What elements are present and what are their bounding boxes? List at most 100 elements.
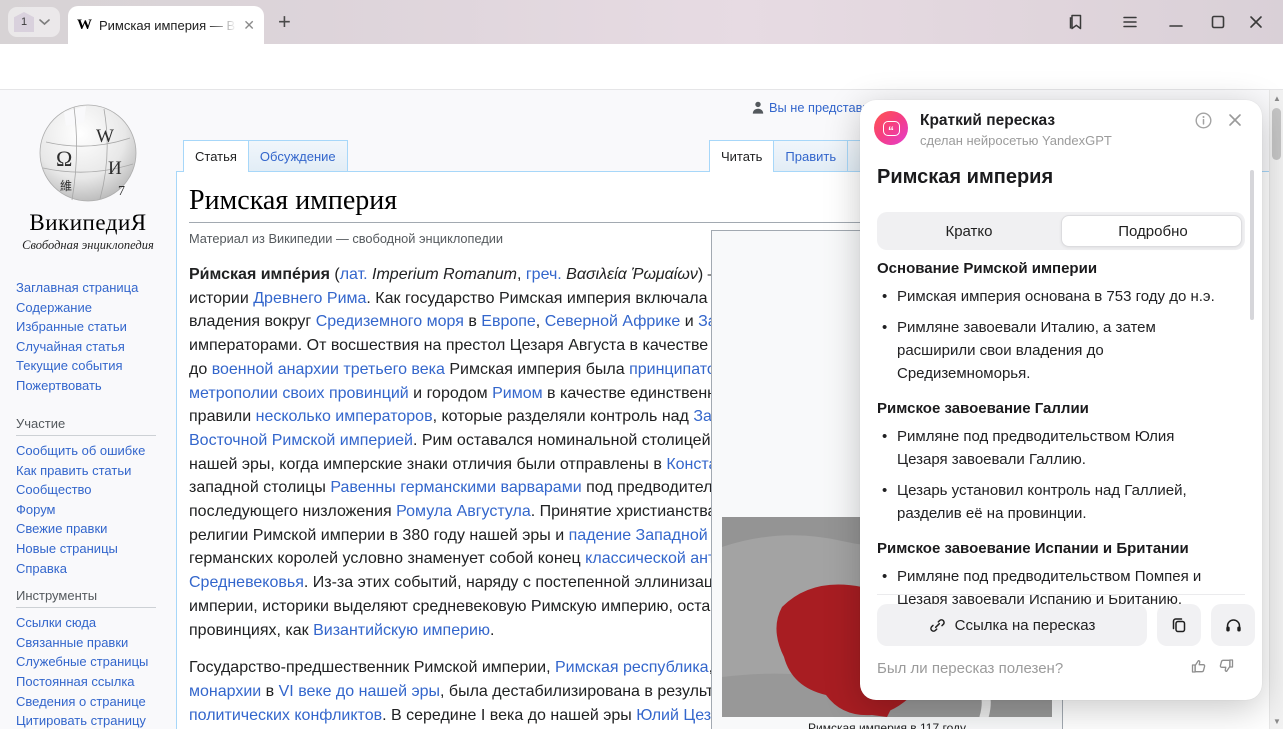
scroll-up-arrow[interactable]: ▲	[1270, 94, 1283, 103]
window-frame: 1 W Римская империя — В ✕ +	[0, 0, 1283, 44]
tab-count-badge: 1	[14, 12, 34, 32]
tab-close-icon[interactable]: ✕	[243, 18, 255, 32]
article-link[interactable]: Средиземного моря	[316, 313, 464, 330]
article-text: Βασιλεία Ῥωμαίων	[562, 266, 698, 283]
article-text: последующего низложения	[189, 503, 396, 520]
article-link[interactable]: военной анархии третьего века	[212, 361, 445, 378]
sidebar-link[interactable]: Заглавная страница	[16, 278, 138, 298]
link-icon	[929, 617, 946, 634]
minimize-icon[interactable]	[1166, 12, 1186, 32]
logo-subtitle: Свободная энциклопедия	[0, 238, 176, 253]
logo-title: ВикипедиЯ	[0, 210, 176, 236]
article-link[interactable]: монархии	[189, 683, 261, 700]
article-text: Государство-предшественник Римской импер…	[189, 659, 555, 676]
article-text: германских королей условно знаменует соб…	[189, 550, 585, 567]
article-link[interactable]: метрополии своих провинций	[189, 385, 409, 402]
wiki-tab-Статья[interactable]: Статья	[183, 140, 249, 172]
article-text: в	[261, 683, 278, 700]
sidebar-section-title: Участие	[16, 406, 156, 436]
article-text: ,	[536, 313, 545, 330]
article-link[interactable]: лат.	[340, 266, 368, 283]
tab-title: Римская империя — В	[99, 18, 236, 33]
article-link[interactable]: греч.	[526, 266, 562, 283]
listen-button[interactable]	[1211, 604, 1255, 646]
article-text: , была дестабилизирована в результате	[440, 683, 742, 700]
article-link[interactable]: Римская республика	[555, 659, 709, 676]
article-link[interactable]: Северной Африке	[545, 313, 681, 330]
thumbs-up-icon[interactable]	[1190, 657, 1208, 675]
article-text: религии Римской империи в 380 году нашей…	[189, 527, 569, 544]
article-text: провинциях, как	[189, 622, 313, 639]
tab-counter[interactable]: 1	[8, 7, 60, 37]
article-link[interactable]: Средневековья	[189, 574, 304, 591]
article-text: владения вокруг	[189, 313, 316, 330]
chevron-down-icon	[39, 19, 50, 26]
sidebar-link[interactable]: Свежие правки	[16, 519, 166, 539]
summary-subtitle: сделан нейросетью YandexGPT	[920, 133, 1112, 148]
thumbs-down-icon[interactable]	[1217, 657, 1235, 675]
article-link[interactable]: политических конфликтов	[189, 707, 382, 724]
article-link[interactable]: VI веке до нашей эры	[279, 683, 440, 700]
article-link[interactable]: германскими варварами	[400, 479, 581, 496]
article-link[interactable]: Восточной Римской империей	[189, 432, 413, 449]
sidebar-link[interactable]: Связанные правки	[16, 633, 166, 653]
sidebar-link[interactable]: Сообщество	[16, 480, 166, 500]
sidebar-link[interactable]: Случайная статья	[16, 337, 138, 357]
summary-panel: “ Краткий пересказ сделан нейросетью Yan…	[860, 100, 1262, 700]
summary-bullet: Римляне под предводительством Юлия Цезар…	[877, 425, 1229, 471]
summary-section-title: Римское завоевание Испании и Британии	[877, 540, 1229, 557]
article-text: правили	[189, 408, 256, 425]
browser-tab[interactable]: W Римская империя — В ✕	[68, 6, 264, 44]
sidebar-link[interactable]: Избранные статьи	[16, 317, 138, 337]
scroll-down-arrow[interactable]: ▼	[1270, 717, 1283, 726]
article-link[interactable]: Римом	[492, 385, 543, 402]
article-text: Imperium Romanum	[368, 266, 517, 283]
sidebar-link[interactable]: Сведения о странице	[16, 692, 166, 712]
sidebar-link[interactable]: Форум	[16, 500, 166, 520]
sidebar-link[interactable]: Цитировать страницу	[16, 711, 166, 729]
article-link[interactable]: Европе	[481, 313, 536, 330]
wikipedia-logo[interactable]: Ω W И 7 維 ВикипедиЯ Свободная энциклопед…	[0, 100, 176, 253]
article-link[interactable]: несколько императоров	[256, 408, 433, 425]
article-link[interactable]: Византийскую империю	[313, 622, 490, 639]
sidebar-link[interactable]: Содержание	[16, 298, 138, 318]
page-scrollbar[interactable]: ▲ ▼	[1269, 90, 1283, 729]
sidebar-link[interactable]: Текущие события	[16, 356, 138, 376]
sidebar-nav-sections: Участие Сообщить об ошибкеКак править ста…	[16, 406, 166, 729]
info-icon[interactable]	[1195, 112, 1212, 129]
wiki-tab-Обсуждение[interactable]: Обсуждение	[248, 140, 348, 171]
article-link[interactable]: Равенны	[330, 479, 395, 496]
close-panel-icon[interactable]	[1226, 111, 1244, 129]
tab-detailed[interactable]: Подробно	[1061, 212, 1245, 250]
svg-text:7: 7	[118, 184, 125, 199]
tab-brief[interactable]: Кратко	[877, 212, 1061, 250]
new-tab-button[interactable]: +	[278, 9, 291, 35]
scrollbar-thumb[interactable]	[1272, 108, 1281, 160]
summary-bullet: Цезарь установил контроль над Галлией, р…	[877, 479, 1229, 525]
summary-bullet: Римляне завоевали Италию, а затем расшир…	[877, 316, 1229, 385]
sidebar-link[interactable]: Как править статьи	[16, 461, 166, 481]
article-text: .	[490, 622, 494, 639]
sidebar-link[interactable]: Ссылки сюда	[16, 613, 166, 633]
close-window-icon[interactable]	[1246, 12, 1266, 32]
article-link[interactable]: Ромула Августула	[396, 503, 531, 520]
sidebar-link[interactable]: Сообщить об ошибке	[16, 441, 166, 461]
sidebar-link[interactable]: Новые страницы	[16, 539, 166, 559]
article-text: и	[680, 313, 698, 330]
sidebar-link[interactable]: Постоянная ссылка	[16, 672, 166, 692]
summary-link-button[interactable]: Ссылка на пересказ	[877, 604, 1147, 646]
copy-button[interactable]	[1157, 604, 1201, 646]
copy-icon	[1170, 616, 1188, 634]
sidebar-link[interactable]: Служебные страницы	[16, 652, 166, 672]
panel-scrollbar[interactable]	[1250, 170, 1254, 320]
sidebar-link[interactable]: Пожертвовать	[16, 376, 138, 396]
summary-bullet: Римская империя основана в 753 году до н…	[877, 285, 1229, 308]
sidebar-link[interactable]: Справка	[16, 559, 166, 579]
side-panel-icon[interactable]	[1066, 12, 1086, 32]
article-text: до	[189, 361, 212, 378]
menu-icon[interactable]	[1120, 12, 1140, 32]
article-link[interactable]: Древнего Рима	[253, 290, 366, 307]
wiki-tab-Читать[interactable]: Читать	[709, 140, 774, 172]
maximize-icon[interactable]	[1208, 12, 1228, 32]
wiki-tab-Править[interactable]: Править	[773, 140, 848, 171]
